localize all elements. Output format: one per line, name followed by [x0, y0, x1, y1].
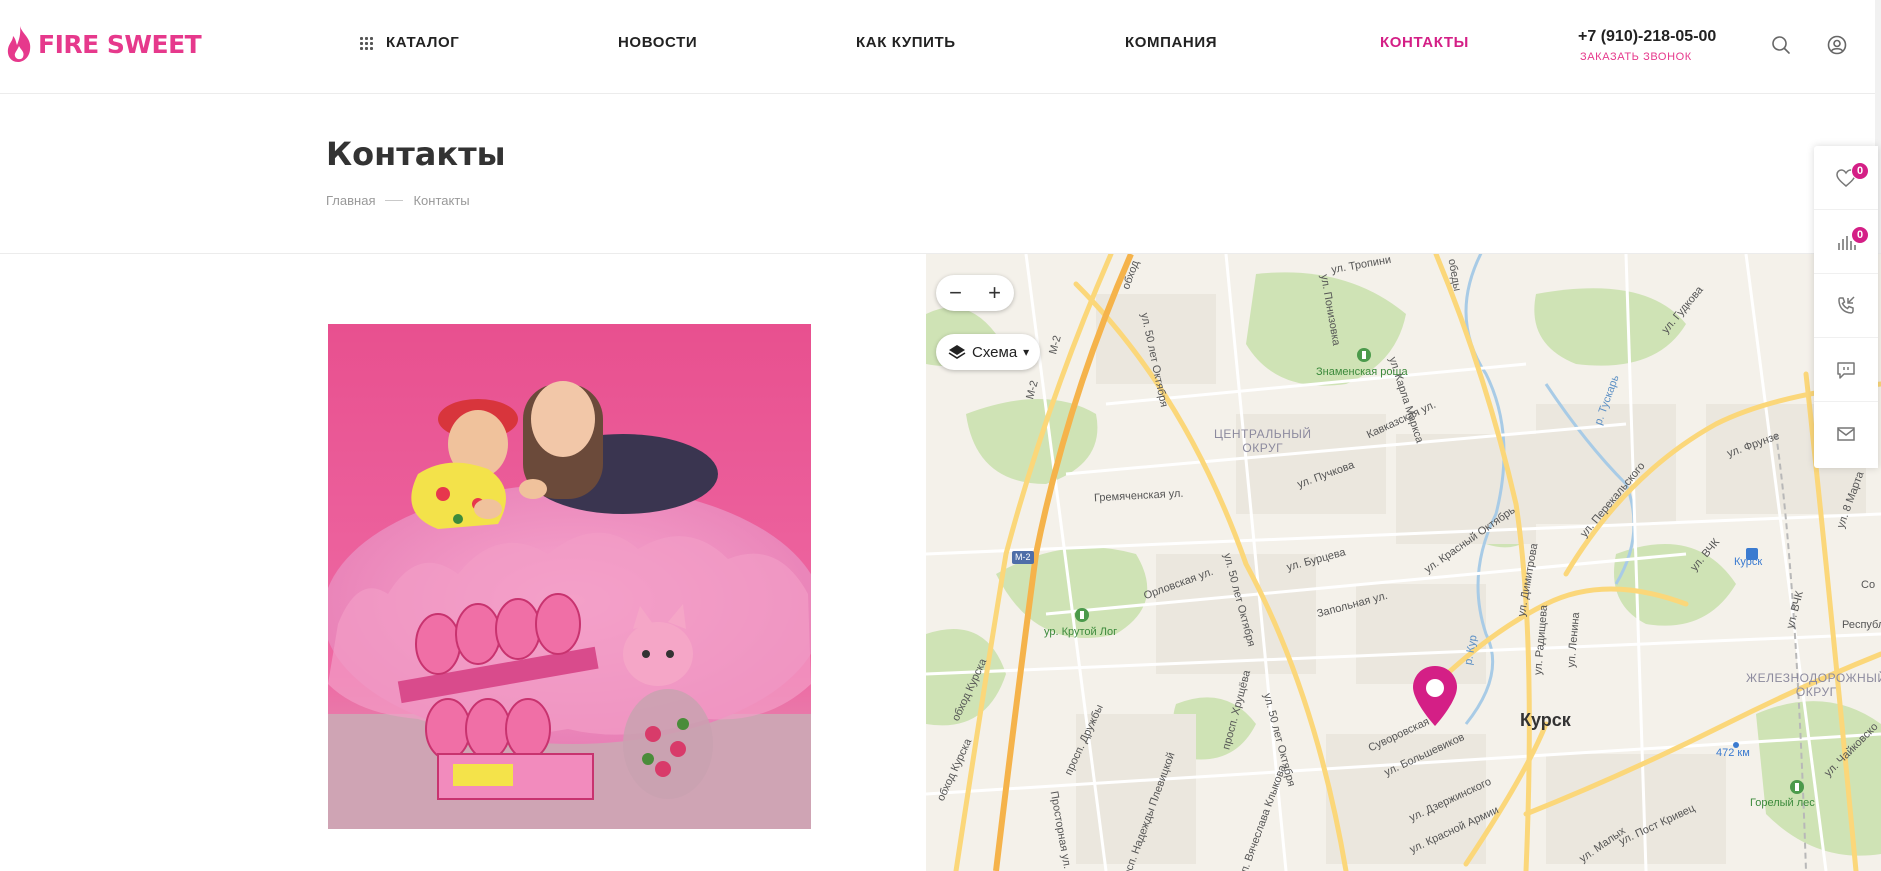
compare-count-badge: 0: [1851, 226, 1869, 244]
compare-button[interactable]: 0: [1814, 210, 1878, 274]
logo-text: FIRE SWEET: [38, 29, 202, 59]
yandex-map[interactable]: ЦЕНТРАЛЬНЫЙ ОКРУГ ЖЕЛЕЗНОДОРОЖНЫЙ ОКРУГ Ку…: [926, 254, 1881, 871]
mail-button[interactable]: [1814, 402, 1878, 466]
callback-side-button[interactable]: [1814, 274, 1878, 338]
map-km-472: 472 км: [1716, 747, 1750, 759]
map-station-kursk: Курск: [1734, 556, 1763, 568]
nav-contacts[interactable]: КОНТАКТЫ: [1380, 34, 1469, 51]
breadcrumb: Главная Контакты: [326, 193, 470, 208]
nav-how-to-buy[interactable]: КАК КУПИТЬ: [856, 34, 956, 51]
side-panel: 0 0: [1814, 146, 1878, 468]
map-district-railway: ЖЕЛЕЗНОДОРОЖНЫЙ ОКРУГ: [1746, 671, 1881, 699]
layers-icon: [948, 345, 966, 359]
callback-phone-icon: [1838, 295, 1855, 314]
search-icon[interactable]: [1769, 33, 1793, 57]
mail-icon: [1837, 427, 1855, 441]
map-m2-badge: М-2: [1015, 552, 1031, 562]
header-phone[interactable]: +7 (910)-218-05-00: [1578, 28, 1716, 46]
map-park-krutoy-log: ур. Крутой Лог: [1044, 626, 1118, 638]
zoom-out-button[interactable]: −: [949, 280, 962, 306]
map-city-label: Курск: [1520, 710, 1571, 730]
map-layer-label: Схема: [972, 343, 1018, 361]
catalog-grid-icon[interactable]: [360, 37, 373, 50]
breadcrumb-separator: [385, 200, 404, 201]
contacts-photo: [328, 324, 811, 829]
chat-button[interactable]: [1814, 338, 1878, 402]
breadcrumb-current: Контакты: [413, 193, 470, 208]
map-park-gorely-les: Горелый лес: [1750, 797, 1815, 809]
nav-news[interactable]: НОВОСТИ: [618, 34, 697, 51]
flame-icon: [7, 26, 31, 62]
zoom-in-button[interactable]: +: [988, 280, 1001, 306]
nav-company[interactable]: КОМПАНИЯ: [1125, 34, 1217, 51]
user-icon[interactable]: [1825, 33, 1849, 57]
map-layer-button[interactable]: Схема ▾: [936, 334, 1040, 370]
title-band: [0, 94, 1881, 254]
map-street-respubl: Республ: [1842, 619, 1881, 631]
chevron-down-icon: ▾: [1023, 345, 1030, 359]
breadcrumb-home[interactable]: Главная: [326, 193, 375, 208]
chat-icon: [1837, 361, 1855, 379]
map-district-central: ЦЕНТРАЛЬНЫЙ ОКРУГ: [1214, 427, 1312, 455]
favorites-count-badge: 0: [1851, 162, 1869, 180]
favorites-button[interactable]: 0: [1814, 146, 1878, 210]
order-callback-link[interactable]: ЗАКАЗАТЬ ЗВОНОК: [1580, 51, 1692, 63]
nav-catalog[interactable]: КАТАЛОГ: [386, 34, 459, 51]
page-title: Контакты: [326, 135, 506, 173]
logo[interactable]: FIRE SWEET: [4, 24, 202, 64]
map-zoom-control: − +: [936, 275, 1014, 311]
site-header: FIRE SWEET КАТАЛОГ НОВОСТИ КАК КУПИТЬ КО…: [0, 0, 1881, 94]
map-label-so: Со: [1861, 579, 1876, 591]
